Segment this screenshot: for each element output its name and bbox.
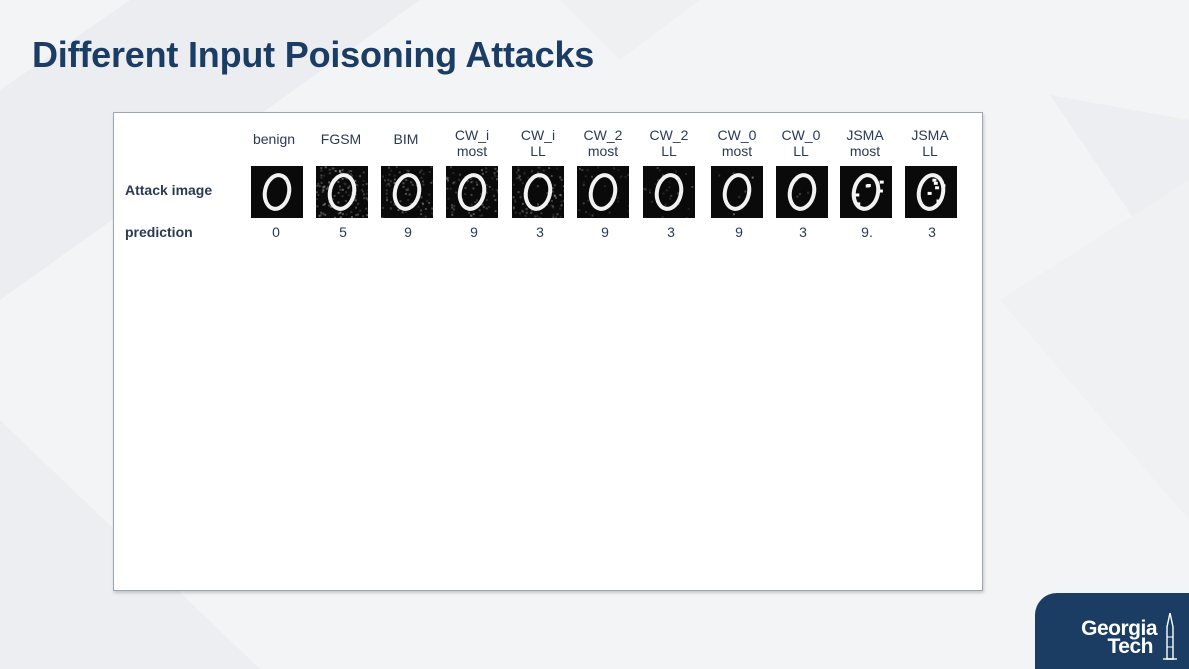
attack-image <box>512 166 564 218</box>
prediction-value: 9 <box>470 224 478 240</box>
slide-title: Different Input Poisoning Attacks <box>32 34 595 75</box>
row-label-attack-image: Attack image <box>125 182 213 198</box>
tower-icon <box>1163 613 1177 660</box>
prediction-value: 3 <box>667 224 675 240</box>
attack-image <box>446 166 498 218</box>
prediction-value: 9 <box>404 224 412 240</box>
attack-image <box>905 166 957 218</box>
prediction-value: 3 <box>928 224 936 240</box>
row-label-prediction: prediction <box>125 224 193 240</box>
attack-image <box>577 166 629 218</box>
attack-image <box>316 166 368 218</box>
column-header-line1: JSMA <box>911 127 949 143</box>
attack-image <box>711 166 763 218</box>
attack-image <box>776 166 828 218</box>
attack-image <box>381 166 433 218</box>
prediction-value: 9. <box>861 224 873 240</box>
column-header-line2: LL <box>922 143 938 159</box>
georgia-tech-logo: Georgia Tech <box>1035 593 1189 669</box>
prediction-value: 0 <box>272 224 280 240</box>
prediction-value: 9 <box>735 224 743 240</box>
attack-image <box>840 166 892 218</box>
logo-word-tech: Tech <box>1107 635 1154 658</box>
prediction-value: 3 <box>536 224 544 240</box>
attack-image <box>251 166 303 218</box>
prediction-value: 9 <box>601 224 609 240</box>
prediction-value: 5 <box>339 224 347 240</box>
column-header: JSMA LL <box>890 127 970 159</box>
attack-image <box>643 166 695 218</box>
prediction-value: 3 <box>799 224 807 240</box>
